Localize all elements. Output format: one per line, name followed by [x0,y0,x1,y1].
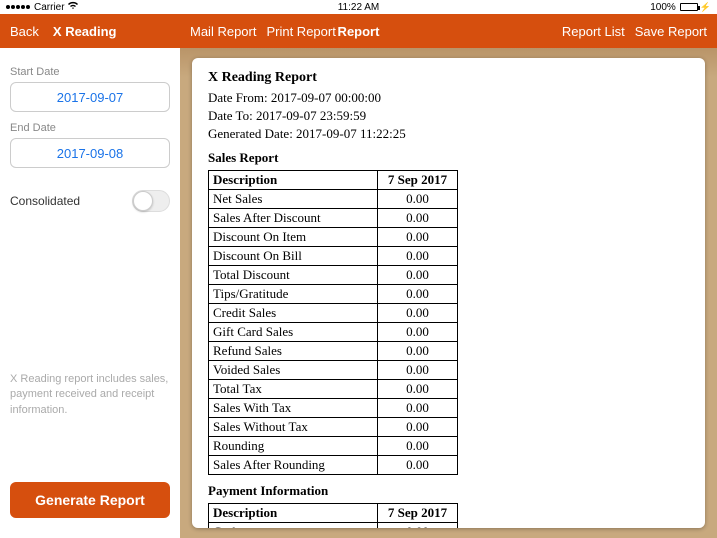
cell-desc: Discount On Item [209,228,378,247]
table-row: Tips/Gratitude0.00 [209,285,458,304]
cell-value: 0.00 [378,190,458,209]
table-row: Discount On Bill0.00 [209,247,458,266]
battery-icon [680,3,698,11]
cell-value: 0.00 [378,399,458,418]
cell-desc: Net Sales [209,190,378,209]
status-bar: Carrier 11:22 AM 100% ⚡ [0,0,717,14]
table-row: Total Discount0.00 [209,266,458,285]
mail-report-button[interactable]: Mail Report [190,24,256,39]
report-paper[interactable]: X Reading Report Date From: 2017-09-07 0… [192,58,705,528]
table-row: Sales Without Tax0.00 [209,418,458,437]
table-row: Credit Sales0.00 [209,304,458,323]
cell-value: 0.00 [378,361,458,380]
cell-value: 0.00 [378,323,458,342]
table-row: Sales With Tax0.00 [209,399,458,418]
sales-section-title: Sales Report [208,150,689,166]
help-text: X Reading report includes sales, payment… [10,372,170,418]
start-date-picker[interactable]: 2017-09-07 [10,82,170,112]
start-date-label: Start Date [10,66,170,78]
report-date-from: Date From: 2017-09-07 00:00:00 [208,90,689,106]
cell-desc: Sales After Rounding [209,456,378,475]
report-area: X Reading Report Date From: 2017-09-07 0… [180,48,717,538]
cell-value: 0.00 [378,418,458,437]
col-desc-2: Description [209,504,378,523]
table-row: Net Sales0.00 [209,190,458,209]
carrier-label: Carrier [34,2,65,13]
cell-desc: Credit Sales [209,304,378,323]
report-generated: Generated Date: 2017-09-07 11:22:25 [208,126,689,142]
consolidated-toggle[interactable] [132,190,170,212]
consolidated-label: Consolidated [10,194,80,208]
cell-value: 0.00 [378,437,458,456]
cell-desc: Sales Without Tax [209,418,378,437]
cell-desc: Discount On Bill [209,247,378,266]
cell-desc: Cash [209,523,378,529]
table-row: Rounding0.00 [209,437,458,456]
cell-desc: Sales With Tax [209,399,378,418]
cell-value: 0.00 [378,456,458,475]
cell-value: 0.00 [378,285,458,304]
cell-value: 0.00 [378,228,458,247]
wifi-icon [67,1,79,13]
cell-value: 0.00 [378,266,458,285]
end-date-label: End Date [10,122,170,134]
cell-desc: Tips/Gratitude [209,285,378,304]
cell-value: 0.00 [378,304,458,323]
signal-icon [6,5,30,9]
generate-report-button[interactable]: Generate Report [10,482,170,518]
cell-value: 0.00 [378,247,458,266]
charging-icon: ⚡ [700,3,711,12]
status-time: 11:22 AM [338,2,380,13]
table-row: Sales After Rounding0.00 [209,456,458,475]
start-date-value: 2017-09-07 [57,90,124,105]
cell-value: 0.00 [378,342,458,361]
cell-desc: Refund Sales [209,342,378,361]
cell-value: 0.00 [378,380,458,399]
save-report-button[interactable]: Save Report [635,24,707,39]
cell-desc: Sales After Discount [209,209,378,228]
status-left: Carrier [6,1,79,13]
sidebar: Start Date 2017-09-07 End Date 2017-09-0… [0,48,180,538]
end-date-value: 2017-09-08 [57,146,124,161]
cell-value: 0.00 [378,523,458,529]
table-row: Total Tax0.00 [209,380,458,399]
payment-section-title: Payment Information [208,483,689,499]
print-report-button[interactable]: Print Report [266,24,335,39]
cell-desc: Rounding [209,437,378,456]
nav-title-center: Report [338,24,380,39]
table-row: Voided Sales0.00 [209,361,458,380]
page-title-left: X Reading [53,24,117,39]
report-title: X Reading Report [208,70,689,86]
table-row: Refund Sales0.00 [209,342,458,361]
table-row: Cash0.00 [209,523,458,529]
cell-desc: Voided Sales [209,361,378,380]
cell-desc: Gift Card Sales [209,323,378,342]
payment-table: Description 7 Sep 2017 Cash0.00Visa0.00M… [208,503,458,528]
cell-desc: Total Tax [209,380,378,399]
report-date-to: Date To: 2017-09-07 23:59:59 [208,108,689,124]
status-right: 100% ⚡ [650,2,711,13]
col-date: 7 Sep 2017 [378,171,458,190]
nav-bar: Back X Reading Mail Report Print Report … [0,14,717,48]
cell-value: 0.00 [378,209,458,228]
back-button[interactable]: Back [10,24,39,39]
sales-table: Description 7 Sep 2017 Net Sales0.00Sale… [208,170,458,475]
report-list-button[interactable]: Report List [562,24,625,39]
battery-percent: 100% [650,2,676,13]
cell-desc: Total Discount [209,266,378,285]
col-date-2: 7 Sep 2017 [378,504,458,523]
col-desc: Description [209,171,378,190]
table-row: Sales After Discount0.00 [209,209,458,228]
table-row: Discount On Item0.00 [209,228,458,247]
end-date-picker[interactable]: 2017-09-08 [10,138,170,168]
table-row: Gift Card Sales0.00 [209,323,458,342]
